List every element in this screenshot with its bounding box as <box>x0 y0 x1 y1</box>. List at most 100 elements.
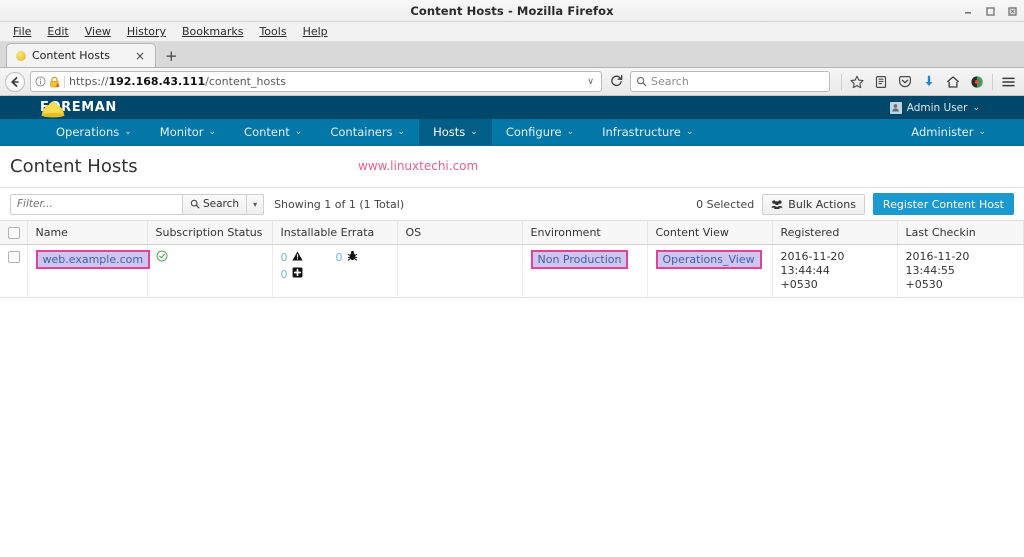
errata-security[interactable]: 0 <box>281 250 336 264</box>
column-header-subscription-status[interactable]: Subscription Status <box>147 220 273 245</box>
url-text: https://192.168.43.111/content_hosts <box>69 75 286 88</box>
nav-item-containers-label: Containers <box>330 125 393 139</box>
browser-menubar: File Edit View History Bookmarks Tools H… <box>0 22 1024 42</box>
search-options-dropdown[interactable]: ▾ <box>247 193 265 215</box>
table-body: web.example.com 0 0 0 Non Production Ope… <box>0 244 1024 298</box>
content-toolbar: Search ▾ Showing 1 of 1 (1 Total) 0 Sele… <box>0 187 1024 220</box>
column-header-content-view[interactable]: Content View <box>647 220 773 245</box>
menu-bookmarks[interactable]: Bookmarks <box>174 23 251 40</box>
security-errata-icon <box>291 251 303 264</box>
back-arrow-icon[interactable] <box>5 71 25 92</box>
column-header-last-checkin[interactable]: Last Checkin <box>897 220 1024 245</box>
search-icon <box>190 199 200 209</box>
nav-item-administer[interactable]: Administer ⌄ <box>897 119 1000 145</box>
nav-item-content[interactable]: Content ⌄ <box>230 119 316 145</box>
user-avatar-icon <box>889 101 902 114</box>
menu-edit[interactable]: Edit <box>39 23 76 40</box>
enhancement-errata-icon <box>292 267 303 281</box>
page-title: Content Hosts <box>10 156 138 177</box>
errata-bugfix[interactable]: 0 <box>336 250 391 264</box>
cell-content-view: Operations_View <box>647 244 773 298</box>
showing-count-text: Showing 1 of 1 (1 Total) <box>274 197 405 211</box>
content-view-value[interactable]: Operations_View <box>663 253 755 266</box>
home-icon[interactable] <box>942 71 964 93</box>
nav-item-infrastructure-label: Infrastructure <box>602 125 681 139</box>
cell-registered: 2016-11-20 13:44:44 +0530 <box>772 244 898 298</box>
minimize-icon[interactable] <box>963 6 974 17</box>
menu-tools-label: Tools <box>259 25 287 38</box>
foreman-brand[interactable]: FOREMAN <box>8 100 117 118</box>
lock-warning-icon <box>50 76 60 87</box>
browser-search-placeholder: Search <box>651 75 689 88</box>
pocket-icon[interactable] <box>894 71 916 93</box>
menu-history[interactable]: History <box>119 23 174 40</box>
errata-group: 0 0 0 <box>281 250 391 284</box>
menu-help-label: Help <box>302 25 328 38</box>
profile-icon[interactable] <box>966 71 988 93</box>
cell-environment: Non Production <box>522 244 648 298</box>
row-checkbox[interactable] <box>8 251 20 263</box>
chevron-down-icon: ⌄ <box>208 127 217 137</box>
chevron-down-icon[interactable]: ∨ <box>584 77 597 87</box>
selected-count-text: 0 Selected <box>696 197 755 211</box>
column-header-registered[interactable]: Registered <box>772 220 898 245</box>
foreman-user-menu[interactable]: Admin User ⌄ <box>889 101 1016 114</box>
search-button[interactable]: Search <box>182 193 248 215</box>
chevron-down-icon: ⌄ <box>294 127 303 137</box>
url-bar[interactable]: https://192.168.43.111/content_hosts ∨ <box>30 71 602 92</box>
browser-tab[interactable]: Content Hosts × <box>6 43 156 67</box>
maximize-icon[interactable] <box>985 6 996 17</box>
column-header-environment[interactable]: Environment <box>522 220 648 245</box>
reload-icon[interactable] <box>607 74 625 90</box>
errata-enhancement[interactable]: 0 <box>281 267 336 281</box>
hamburger-menu-icon[interactable] <box>997 71 1019 93</box>
nav-item-containers[interactable]: Containers ⌄ <box>316 119 419 145</box>
close-tab-icon[interactable]: × <box>131 50 149 62</box>
browser-search-box[interactable]: Search <box>630 71 830 92</box>
toolbar-divider <box>841 73 842 90</box>
nav-item-hosts[interactable]: Hosts ⌄ <box>419 119 492 145</box>
nav-item-infrastructure[interactable]: Infrastructure ⌄ <box>588 119 707 145</box>
bookmark-star-icon[interactable] <box>846 71 868 93</box>
register-content-host-button[interactable]: Register Content Host <box>872 193 1014 215</box>
content-view-highlight-box: Operations_View <box>655 250 762 269</box>
column-header-os[interactable]: OS <box>397 220 523 245</box>
select-all-checkbox[interactable] <box>8 227 20 239</box>
library-icon[interactable] <box>870 71 892 93</box>
menu-view[interactable]: View <box>77 23 119 40</box>
browser-tab-label: Content Hosts <box>32 49 111 62</box>
table-row[interactable]: web.example.com 0 0 0 Non Production Ope… <box>0 244 1024 298</box>
nav-item-configure[interactable]: Configure ⌄ <box>492 119 588 145</box>
row-select-cell <box>0 244 28 298</box>
environment-highlight-box: Non Production <box>530 250 629 269</box>
cell-name: web.example.com <box>27 244 151 298</box>
menu-view-label: View <box>84 25 111 38</box>
page-header: Content Hosts www.linuxtechi.com <box>0 146 1024 187</box>
new-tab-button[interactable]: + <box>156 45 187 67</box>
page-info-icon <box>35 76 46 87</box>
bulk-actions-button[interactable]: Bulk Actions <box>762 193 865 215</box>
cell-last-checkin: 2016-11-20 13:44:55 +0530 <box>897 244 1024 298</box>
foreman-navbar: Operations ⌄ Monitor ⌄ Content ⌄ Contain… <box>0 119 1024 146</box>
column-header-installable-errata[interactable]: Installable Errata <box>272 220 398 245</box>
column-header-name[interactable]: Name <box>27 220 148 245</box>
site-identity[interactable] <box>35 75 65 88</box>
host-name-link[interactable]: web.example.com <box>43 253 144 266</box>
nav-item-operations-label: Operations <box>56 125 120 139</box>
menu-file-label: File <box>13 25 32 38</box>
browser-toolbar-icons <box>835 71 1019 93</box>
search-input[interactable] <box>10 193 182 215</box>
nav-item-monitor[interactable]: Monitor ⌄ <box>146 119 230 145</box>
bugfix-errata-icon <box>347 250 358 264</box>
menu-file[interactable]: File <box>5 23 39 40</box>
watermark-text: www.linuxtechi.com <box>358 159 479 173</box>
menu-history-label: History <box>126 25 166 38</box>
foreman-navbar-right: Administer ⌄ <box>897 119 1024 145</box>
menu-tools[interactable]: Tools <box>251 23 294 40</box>
downloads-icon[interactable] <box>918 71 940 93</box>
close-icon[interactable] <box>1007 6 1018 17</box>
environment-value[interactable]: Non Production <box>538 253 622 266</box>
foreman-user-label: Admin User <box>906 101 968 114</box>
menu-help[interactable]: Help <box>295 23 336 40</box>
nav-item-content-label: Content <box>244 125 290 139</box>
